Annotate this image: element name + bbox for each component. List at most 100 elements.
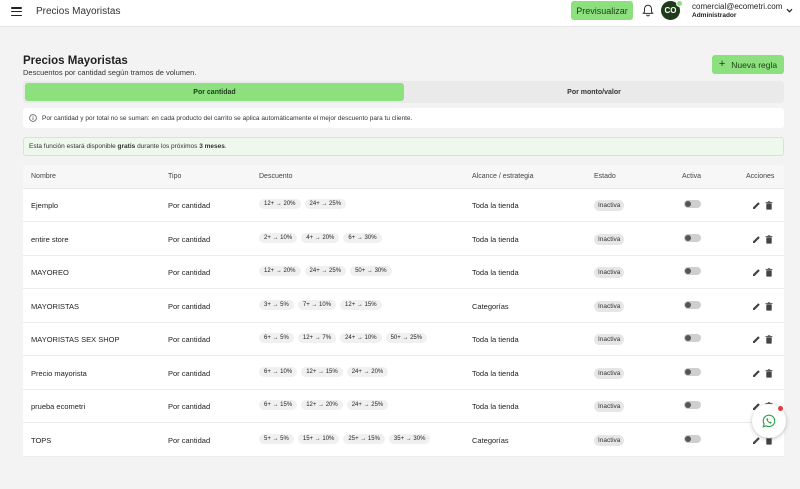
- trash-icon[interactable]: [765, 301, 773, 311]
- rule-scope: Categorías: [472, 301, 509, 311]
- header-discount: Descuento: [259, 173, 293, 180]
- rule-type: Por cantidad: [168, 335, 211, 344]
- status-badge: Inactiva: [594, 300, 625, 312]
- table-row: prueba ecometri Por cantidad 6+ → 15% 12+…: [23, 390, 784, 423]
- discount-chip: 24+ → 25%: [304, 199, 347, 209]
- discount-chip: 2+ → 10%: [259, 232, 298, 243]
- discount-tiers: 6+ → 10% 12+ → 15% 24+ → 20%: [259, 366, 389, 377]
- status-badge: Inactiva: [594, 367, 625, 379]
- tab-por-monto[interactable]: Por monto/valor: [425, 83, 763, 101]
- rule-name: MAYORISTAS: [31, 301, 80, 311]
- discount-tiers: 6+ → 5% 12+ → 7% 24+ → 10% 50+ → 25%: [259, 333, 428, 343]
- discount-chip: 4+ → 20%: [301, 232, 340, 243]
- status-badge: Inactiva: [594, 267, 625, 278]
- header-status: Estado: [594, 173, 616, 180]
- discount-chip: 5+ → 5%: [259, 433, 294, 444]
- discount-chip: 35+ → 30%: [388, 433, 431, 444]
- discount-chip: 24+ → 25%: [304, 266, 347, 276]
- header-name: Nombre: [31, 173, 56, 180]
- edit-icon[interactable]: [752, 436, 761, 445]
- header-scope: Alcance / estrategia: [472, 173, 534, 180]
- edit-icon[interactable]: [752, 268, 761, 277]
- rule-name: TOPS: [31, 435, 52, 445]
- active-toggle[interactable]: [684, 401, 701, 409]
- status-badge: Inactiva: [594, 434, 625, 446]
- active-toggle[interactable]: [684, 300, 701, 309]
- status-badge: Inactiva: [594, 200, 625, 211]
- table-row: TOPS Por cantidad 5+ → 5% 15+ → 10% 25+ → …: [23, 424, 784, 457]
- discount-chip: 12+ → 20%: [259, 266, 301, 276]
- discount-chip: 12+ → 7%: [297, 333, 337, 343]
- discount-chip: 24+ → 10%: [340, 333, 382, 343]
- discount-tiers: 2+ → 10% 4+ → 20% 6+ → 30%: [259, 232, 382, 243]
- tab-bar: Por cantidad Por monto/valor: [23, 81, 784, 103]
- header-actions: Acciones: [746, 173, 775, 180]
- header-active: Activa: [682, 173, 702, 180]
- discount-chip: 6+ → 30%: [343, 232, 382, 243]
- discount-chip: 7+ → 10%: [297, 299, 337, 310]
- rule-type: Por cantidad: [168, 234, 211, 244]
- rule-name: Precio mayorista: [31, 368, 87, 378]
- table-header: Nombre Tipo Descuento Alcance / estrateg…: [23, 165, 784, 189]
- edit-icon[interactable]: [752, 201, 761, 210]
- rule-type: Por cantidad: [168, 301, 211, 311]
- promo-highlight-months: 3 meses: [199, 143, 225, 150]
- trash-icon[interactable]: [765, 234, 773, 244]
- promo-prefix: Esta función estará disponible: [29, 143, 116, 150]
- rule-scope: Toda la tienda: [472, 268, 519, 277]
- rule-type: Por cantidad: [168, 368, 211, 378]
- menu-icon[interactable]: [11, 7, 22, 17]
- discount-tiers: 5+ → 5% 15+ → 10% 25+ → 15% 35+ → 30%: [259, 433, 431, 444]
- discount-chip: 25+ → 15%: [343, 433, 385, 444]
- active-toggle[interactable]: [684, 267, 701, 275]
- rule-type: Por cantidad: [168, 201, 211, 210]
- discount-chip: 12+ → 15%: [340, 299, 382, 310]
- status-badge: Inactiva: [594, 401, 625, 412]
- info-notice: Por cantidad y por total no se suman: en…: [23, 108, 784, 128]
- trash-icon[interactable]: [765, 268, 773, 277]
- bell-icon[interactable]: [642, 4, 654, 17]
- promo-suffix: .: [224, 143, 227, 150]
- discount-chip: 12+ → 20%: [259, 199, 301, 209]
- status-badge: Inactiva: [594, 233, 625, 245]
- tab-por-cantidad[interactable]: Por cantidad: [25, 83, 404, 101]
- edit-icon[interactable]: [752, 235, 761, 244]
- promo-highlight-free: gratis: [117, 143, 136, 150]
- discount-chip: 12+ → 20%: [301, 400, 343, 410]
- discount-chip: 24+ → 25%: [346, 400, 389, 410]
- rule-scope: Categorías: [472, 435, 509, 445]
- active-toggle[interactable]: [684, 367, 701, 376]
- rule-type: Por cantidad: [168, 402, 211, 411]
- trash-icon[interactable]: [765, 201, 773, 210]
- discount-chip: 6+ → 5%: [259, 333, 294, 343]
- promo-notice: Esta función estará disponible gratis du…: [23, 137, 784, 156]
- discount-tiers: 3+ → 5% 7+ → 10% 12+ → 15%: [259, 299, 382, 310]
- active-toggle[interactable]: [684, 200, 701, 208]
- chevron-down-icon[interactable]: [786, 7, 793, 14]
- table-row: Precio mayorista Por cantidad 6+ → 10% 12…: [23, 357, 784, 390]
- rule-scope: Toda la tienda: [472, 234, 519, 244]
- table-row: MAYORISTAS Por cantidad 3+ → 5% 7+ → 10% 1…: [23, 290, 784, 323]
- discount-chip: 50+ → 25%: [385, 333, 428, 343]
- active-toggle[interactable]: [684, 434, 701, 443]
- rule-scope: Toda la tienda: [472, 368, 519, 378]
- trash-icon[interactable]: [765, 335, 773, 344]
- user-email: comercial@ecometri.com: [692, 2, 783, 11]
- edit-icon[interactable]: [752, 335, 761, 344]
- edit-icon[interactable]: [752, 302, 761, 311]
- status-badge: Inactiva: [594, 334, 625, 345]
- trash-icon[interactable]: [765, 368, 773, 378]
- table-row: MAYOREO Por cantidad 12+ → 20% 24+ → 25% 5…: [23, 256, 784, 289]
- discount-tiers: 12+ → 20% 24+ → 25% 50+ → 30%: [259, 266, 392, 276]
- new-rule-button[interactable]: + Nueva regla: [712, 55, 784, 74]
- edit-icon[interactable]: [752, 369, 761, 378]
- rule-scope: Toda la tienda: [472, 201, 519, 210]
- rule-type: Por cantidad: [168, 268, 211, 277]
- active-toggle[interactable]: [684, 334, 701, 342]
- page-title: Precios Mayoristas: [23, 55, 128, 67]
- rule-name: MAYORISTAS SEX SHOP: [31, 335, 120, 344]
- preview-button[interactable]: Previsualizar: [571, 1, 633, 20]
- table-row: entire store Por cantidad 2+ → 10% 4+ → 2…: [23, 223, 784, 256]
- notification-dot: [778, 406, 783, 411]
- active-toggle[interactable]: [684, 233, 701, 242]
